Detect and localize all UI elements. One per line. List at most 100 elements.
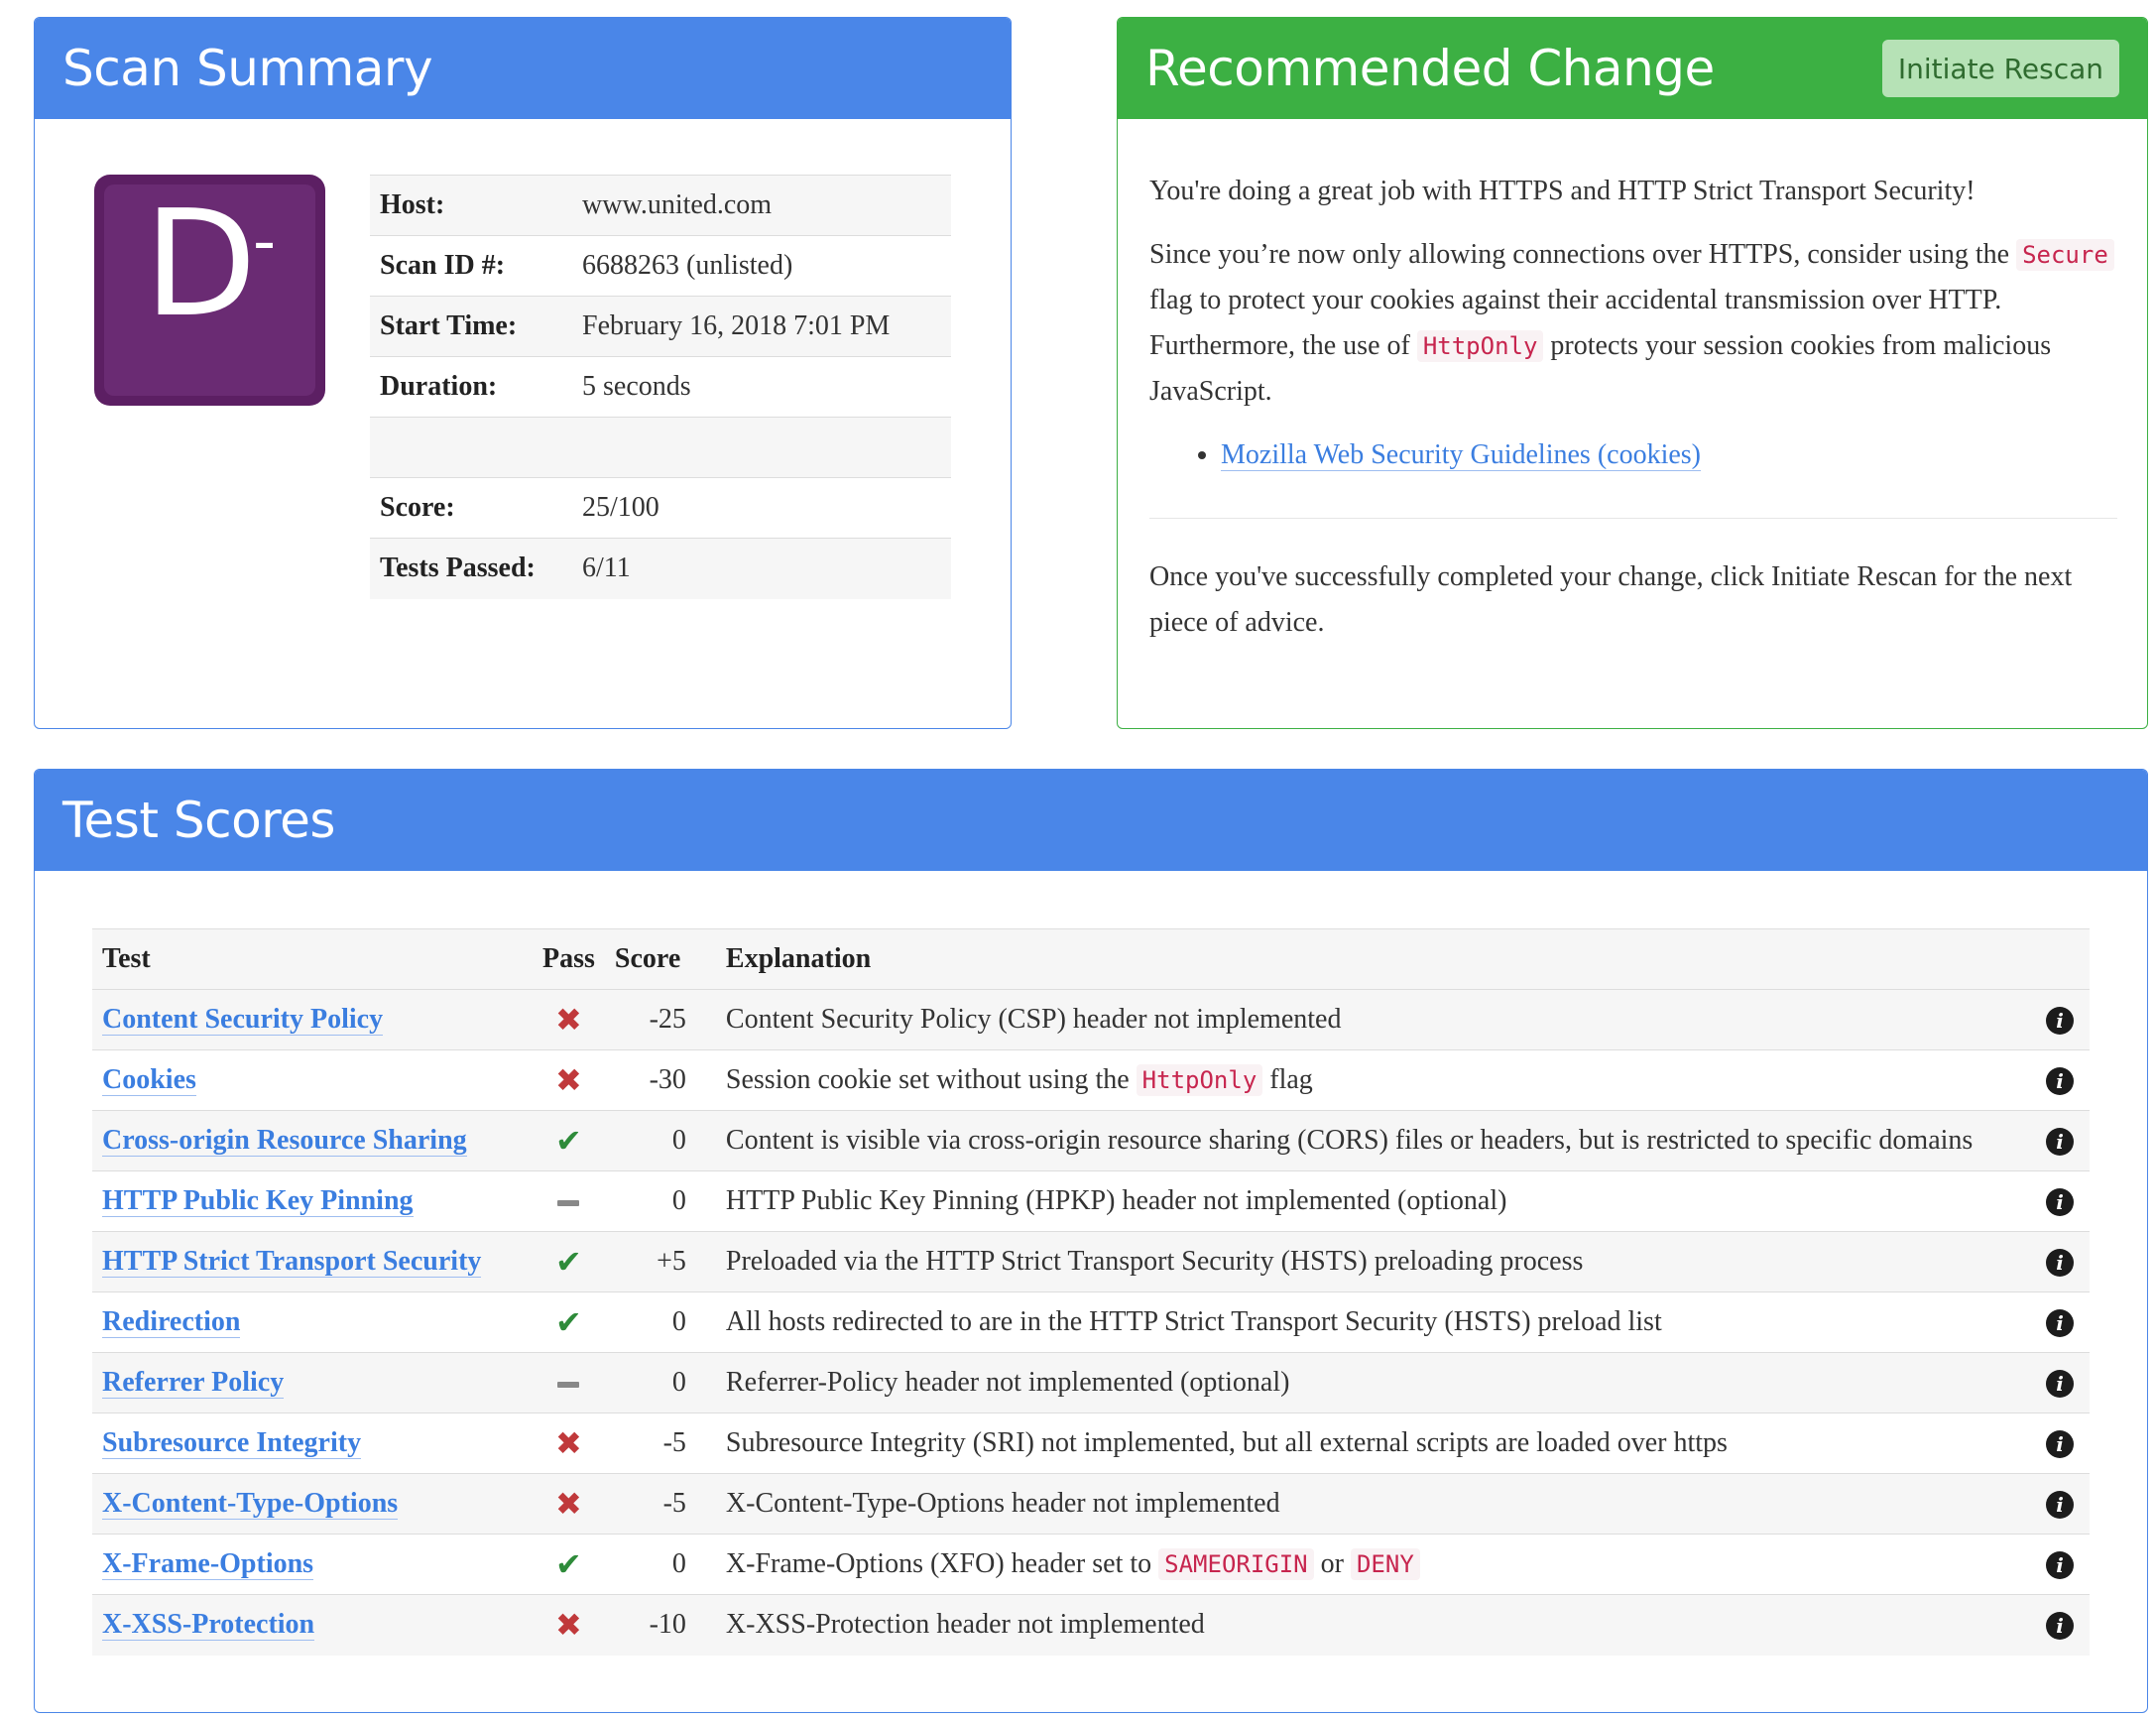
explanation-code: DENY — [1350, 1548, 1420, 1580]
score-value: 0 — [671, 1367, 686, 1398]
cross-icon: ✖ — [555, 1485, 582, 1523]
grade-badge: D - — [94, 175, 325, 406]
test-scores-header: Test Scores — [35, 770, 2147, 871]
table-row: Cookies ✖ -30 Session cookie set without us… — [92, 1049, 2090, 1111]
table-row: HTTP Strict Transport Security ✔ +5 Preload… — [92, 1231, 2090, 1292]
test-name-link[interactable]: Referrer Policy — [102, 1367, 285, 1399]
summary-value: www.united.com — [582, 189, 773, 220]
info-icon[interactable]: i — [2046, 1128, 2074, 1156]
column-header-pass: Pass — [542, 943, 595, 974]
initiate-rescan-button[interactable]: Initiate Rescan — [1881, 40, 2119, 97]
mozilla-guidelines-link[interactable]: Mozilla Web Security Guidelines (cookies… — [1221, 439, 1701, 471]
cross-icon: ✖ — [555, 1001, 582, 1039]
recommendation-detail: Since you’re now only allowing connectio… — [1149, 232, 2117, 415]
info-icon[interactable]: i — [2046, 1067, 2074, 1095]
info-icon[interactable]: i — [2046, 1007, 2074, 1035]
summary-label: Scan ID #: — [380, 250, 506, 281]
info-icon[interactable]: i — [2046, 1491, 2074, 1519]
summary-row — [370, 417, 951, 478]
table-row: Referrer Policy 0 Referrer-Policy header n… — [92, 1352, 2090, 1413]
grade-letter: D — [144, 179, 257, 349]
score-value: 0 — [671, 1185, 686, 1216]
test-name-link[interactable]: Cross-origin Resource Sharing — [102, 1125, 467, 1157]
explanation: All hosts redirected to are in the HTTP … — [725, 1306, 1662, 1337]
summary-label: Start Time: — [380, 310, 518, 341]
info-icon[interactable]: i — [2046, 1249, 2074, 1277]
test-name-link[interactable]: Cookies — [102, 1064, 196, 1096]
scan-summary-header: Scan Summary — [35, 18, 1011, 119]
recommended-change-header: Recommended Change Initiate Rescan — [1118, 18, 2147, 119]
table-row: X-XSS-Protection ✖ -10 X-XSS-Protection hea… — [92, 1594, 2090, 1656]
explanation: Preloaded via the HTTP Strict Transport … — [725, 1246, 1584, 1277]
summary-label: Score: — [380, 492, 455, 523]
recommended-change-panel: Recommended Change Initiate Rescan You'r… — [1117, 17, 2148, 729]
explanation: Session cookie set without using the Htt… — [725, 1064, 1313, 1096]
explanation: X-Content-Type-Options header not implem… — [725, 1488, 1280, 1519]
summary-value — [572, 418, 951, 478]
scan-summary-panel: Scan Summary D - Host: www.united.com Scan… — [34, 17, 1012, 729]
checkmark-icon: ✔ — [555, 1303, 582, 1341]
info-icon[interactable]: i — [2046, 1309, 2074, 1337]
dash-icon — [557, 1381, 580, 1388]
table-row: X-Frame-Options ✔ 0 X-Frame-Options (XFO) h… — [92, 1534, 2090, 1595]
guidelines-list: Mozilla Web Security Guidelines (cookies… — [1149, 432, 2117, 478]
score-value: -25 — [649, 1004, 686, 1035]
column-header-explanation: Explanation — [725, 943, 872, 974]
score-value: -10 — [649, 1609, 686, 1641]
explanation: Subresource Integrity (SRI) not implemen… — [725, 1427, 1728, 1458]
summary-value: 25/100 — [582, 492, 659, 523]
column-header-test: Test — [102, 943, 151, 974]
info-icon[interactable]: i — [2046, 1188, 2074, 1216]
summary-value: 5 seconds — [582, 371, 691, 402]
explanation: Content Security Policy (CSP) header not… — [725, 1004, 1342, 1035]
test-name-link[interactable]: X-Frame-Options — [102, 1548, 314, 1580]
score-value: 0 — [671, 1548, 686, 1579]
checkmark-icon: ✔ — [555, 1243, 582, 1281]
dash-icon — [557, 1199, 580, 1206]
summary-row: Start Time: February 16, 2018 7:01 PM — [370, 296, 951, 357]
summary-label: Duration: — [380, 371, 498, 402]
test-name-link[interactable]: X-Content-Type-Options — [102, 1488, 399, 1520]
test-name-link[interactable]: X-XSS-Protection — [102, 1609, 315, 1642]
column-header-score: Score — [614, 943, 681, 974]
test-name-link[interactable]: Redirection — [102, 1306, 241, 1338]
explanation: X-XSS-Protection header not implemented — [725, 1609, 1205, 1641]
grade-modifier: - — [253, 205, 277, 279]
recommendation-outro: Once you've successfully completed your … — [1149, 561, 2073, 638]
score-value: 0 — [671, 1125, 686, 1156]
info-icon[interactable]: i — [2046, 1430, 2074, 1458]
test-name-link[interactable]: Subresource Integrity — [102, 1427, 362, 1459]
scan-summary-title: Scan Summary — [62, 40, 433, 97]
info-icon[interactable]: i — [2046, 1370, 2074, 1398]
score-value: +5 — [657, 1246, 686, 1277]
cross-icon: ✖ — [555, 1061, 582, 1099]
explanation-code: HttpOnly — [1136, 1064, 1263, 1096]
score-value: -30 — [649, 1064, 686, 1095]
table-row: Subresource Integrity ✖ -5 Subresource Inte… — [92, 1413, 2090, 1474]
table-row: Cross-origin Resource Sharing ✔ 0 Content i… — [92, 1110, 2090, 1171]
summary-row: Tests Passed: 6/11 — [370, 538, 951, 599]
summary-value: 6688263 (unlisted) — [582, 250, 793, 281]
summary-value: February 16, 2018 7:01 PM — [582, 310, 891, 341]
info-icon[interactable]: i — [2046, 1551, 2074, 1579]
test-name-link[interactable]: HTTP Public Key Pinning — [102, 1185, 414, 1217]
secure-flag-code: Secure — [2016, 239, 2114, 271]
table-header-row: Test Pass Score Explanation — [92, 928, 2090, 990]
score-value: 0 — [671, 1306, 686, 1337]
recommended-change-title: Recommended Change — [1145, 40, 1715, 97]
explanation-code: SAMEORIGIN — [1158, 1548, 1314, 1580]
checkmark-icon: ✔ — [555, 1122, 582, 1160]
summary-row: Scan ID #: 6688263 (unlisted) — [370, 235, 951, 297]
test-scores-table: Test Pass Score Explanation Content Secu… — [92, 928, 2090, 1656]
summary-table: Host: www.united.com Scan ID #: 6688263 (un… — [370, 175, 951, 599]
test-name-link[interactable]: Content Security Policy — [102, 1004, 384, 1036]
cross-icon: ✖ — [555, 1424, 582, 1462]
table-row: Content Security Policy ✖ -25 Content Secur… — [92, 989, 2090, 1050]
info-icon[interactable]: i — [2046, 1612, 2074, 1641]
divider — [1149, 518, 2117, 519]
summary-label: Tests Passed: — [380, 553, 536, 584]
explanation: X-Frame-Options (XFO) header set to SAME… — [716, 1535, 2030, 1595]
recommendation-intro: You're doing a great job with HTTPS and … — [1149, 176, 1976, 206]
explanation: Content is visible via cross-origin reso… — [725, 1125, 1974, 1156]
test-name-link[interactable]: HTTP Strict Transport Security — [102, 1246, 482, 1278]
